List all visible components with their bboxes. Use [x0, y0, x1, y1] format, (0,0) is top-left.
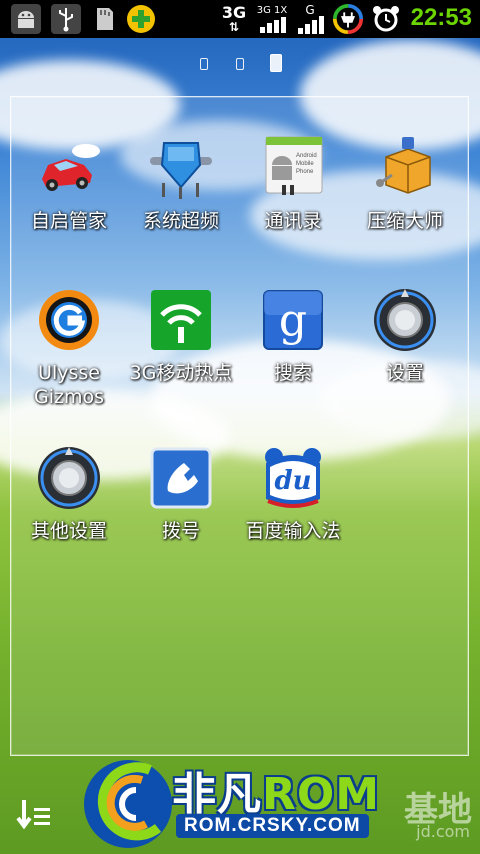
baidu-du-icon: du	[260, 445, 326, 511]
phone-icon	[148, 445, 214, 511]
app-label: 设置	[385, 362, 424, 384]
contacts-icon: Android Mobile Phone	[260, 135, 326, 201]
svg-text:Mobile: Mobile	[296, 161, 314, 167]
android-icon[interactable]	[10, 3, 42, 35]
crsky-logo: 非凡ROM ROM.CRSKY.COM	[80, 752, 410, 852]
car-icon	[36, 135, 102, 201]
app-contacts[interactable]: Android Mobile Phone 通讯录	[235, 135, 351, 233]
google-search-icon: g	[260, 287, 326, 353]
app-label: 拨号	[161, 520, 200, 542]
page-dot[interactable]	[200, 58, 208, 70]
app-search[interactable]: g 搜索	[235, 287, 351, 385]
app-label: 系统超频	[142, 210, 219, 232]
plus-app-icon[interactable]	[125, 3, 157, 35]
app-settings[interactable]: 设置	[347, 287, 463, 385]
3g-1x-icon[interactable]: 3G 1X	[256, 3, 288, 35]
app-autostart-manager[interactable]: 自启管家	[11, 135, 127, 233]
usb-icon[interactable]	[50, 3, 82, 35]
logo-title: 非凡ROM	[172, 769, 381, 820]
shield-icon	[148, 135, 214, 201]
google-g-text: g	[279, 295, 307, 346]
watermark-url: jd.com	[416, 822, 470, 841]
page-dot[interactable]	[236, 58, 244, 70]
app-label: 3G移动热点	[129, 362, 233, 384]
3g-data-icon[interactable]: 3G ⇅	[218, 3, 250, 35]
app-baidu-input[interactable]: du 百度输入法	[235, 445, 351, 543]
svg-text:Phone: Phone	[296, 169, 314, 175]
app-drawer-button[interactable]	[14, 796, 54, 836]
battery-icon[interactable]	[332, 3, 364, 35]
app-label: 其他设置	[30, 520, 107, 542]
app-label: 通讯录	[264, 210, 322, 232]
app-label: 压缩大师	[366, 210, 443, 232]
sd-card-icon[interactable]	[88, 3, 120, 35]
app-ulysse-gizmos[interactable]: Ulysse Gizmos	[11, 287, 127, 409]
app-other-settings[interactable]: 其他设置	[11, 445, 127, 543]
app-3g-hotspot[interactable]: 3G移动热点	[123, 287, 239, 385]
logo-url: ROM.CRSKY.COM	[176, 814, 369, 838]
page-dot-active[interactable]	[270, 54, 282, 72]
ulysse-g-icon	[36, 287, 102, 353]
app-label: Ulysse Gizmos	[33, 362, 104, 408]
clock[interactable]: 22:53	[411, 4, 472, 32]
app-dialer[interactable]: 拨号	[123, 445, 239, 543]
folder-panel: 自启管家 系统超频 Android Mobile Phone 通讯录 压缩大师 …	[10, 96, 469, 756]
app-label: 自启管家	[30, 210, 107, 232]
alarm-icon[interactable]	[370, 3, 402, 35]
settings-knob-icon	[36, 445, 102, 511]
settings-knob-icon	[372, 287, 438, 353]
signal-icon[interactable]: G	[294, 3, 326, 35]
page-indicator	[196, 54, 296, 74]
wifi-hotspot-icon	[148, 287, 214, 353]
baidu-du-text: du	[274, 466, 311, 496]
drawer-arrow-icon	[16, 800, 50, 830]
status-bar: 3G ⇅ 3G 1X G 22:53	[0, 0, 480, 38]
app-system-overclock[interactable]: 系统超频	[123, 135, 239, 233]
contacts-icon-text: Android	[296, 153, 317, 159]
crsky-swirl-icon	[84, 760, 172, 848]
archive-box-icon	[372, 135, 438, 201]
app-label: 百度输入法	[245, 520, 341, 542]
app-label: 搜索	[273, 362, 312, 384]
app-compression-master[interactable]: 压缩大师	[347, 135, 463, 233]
